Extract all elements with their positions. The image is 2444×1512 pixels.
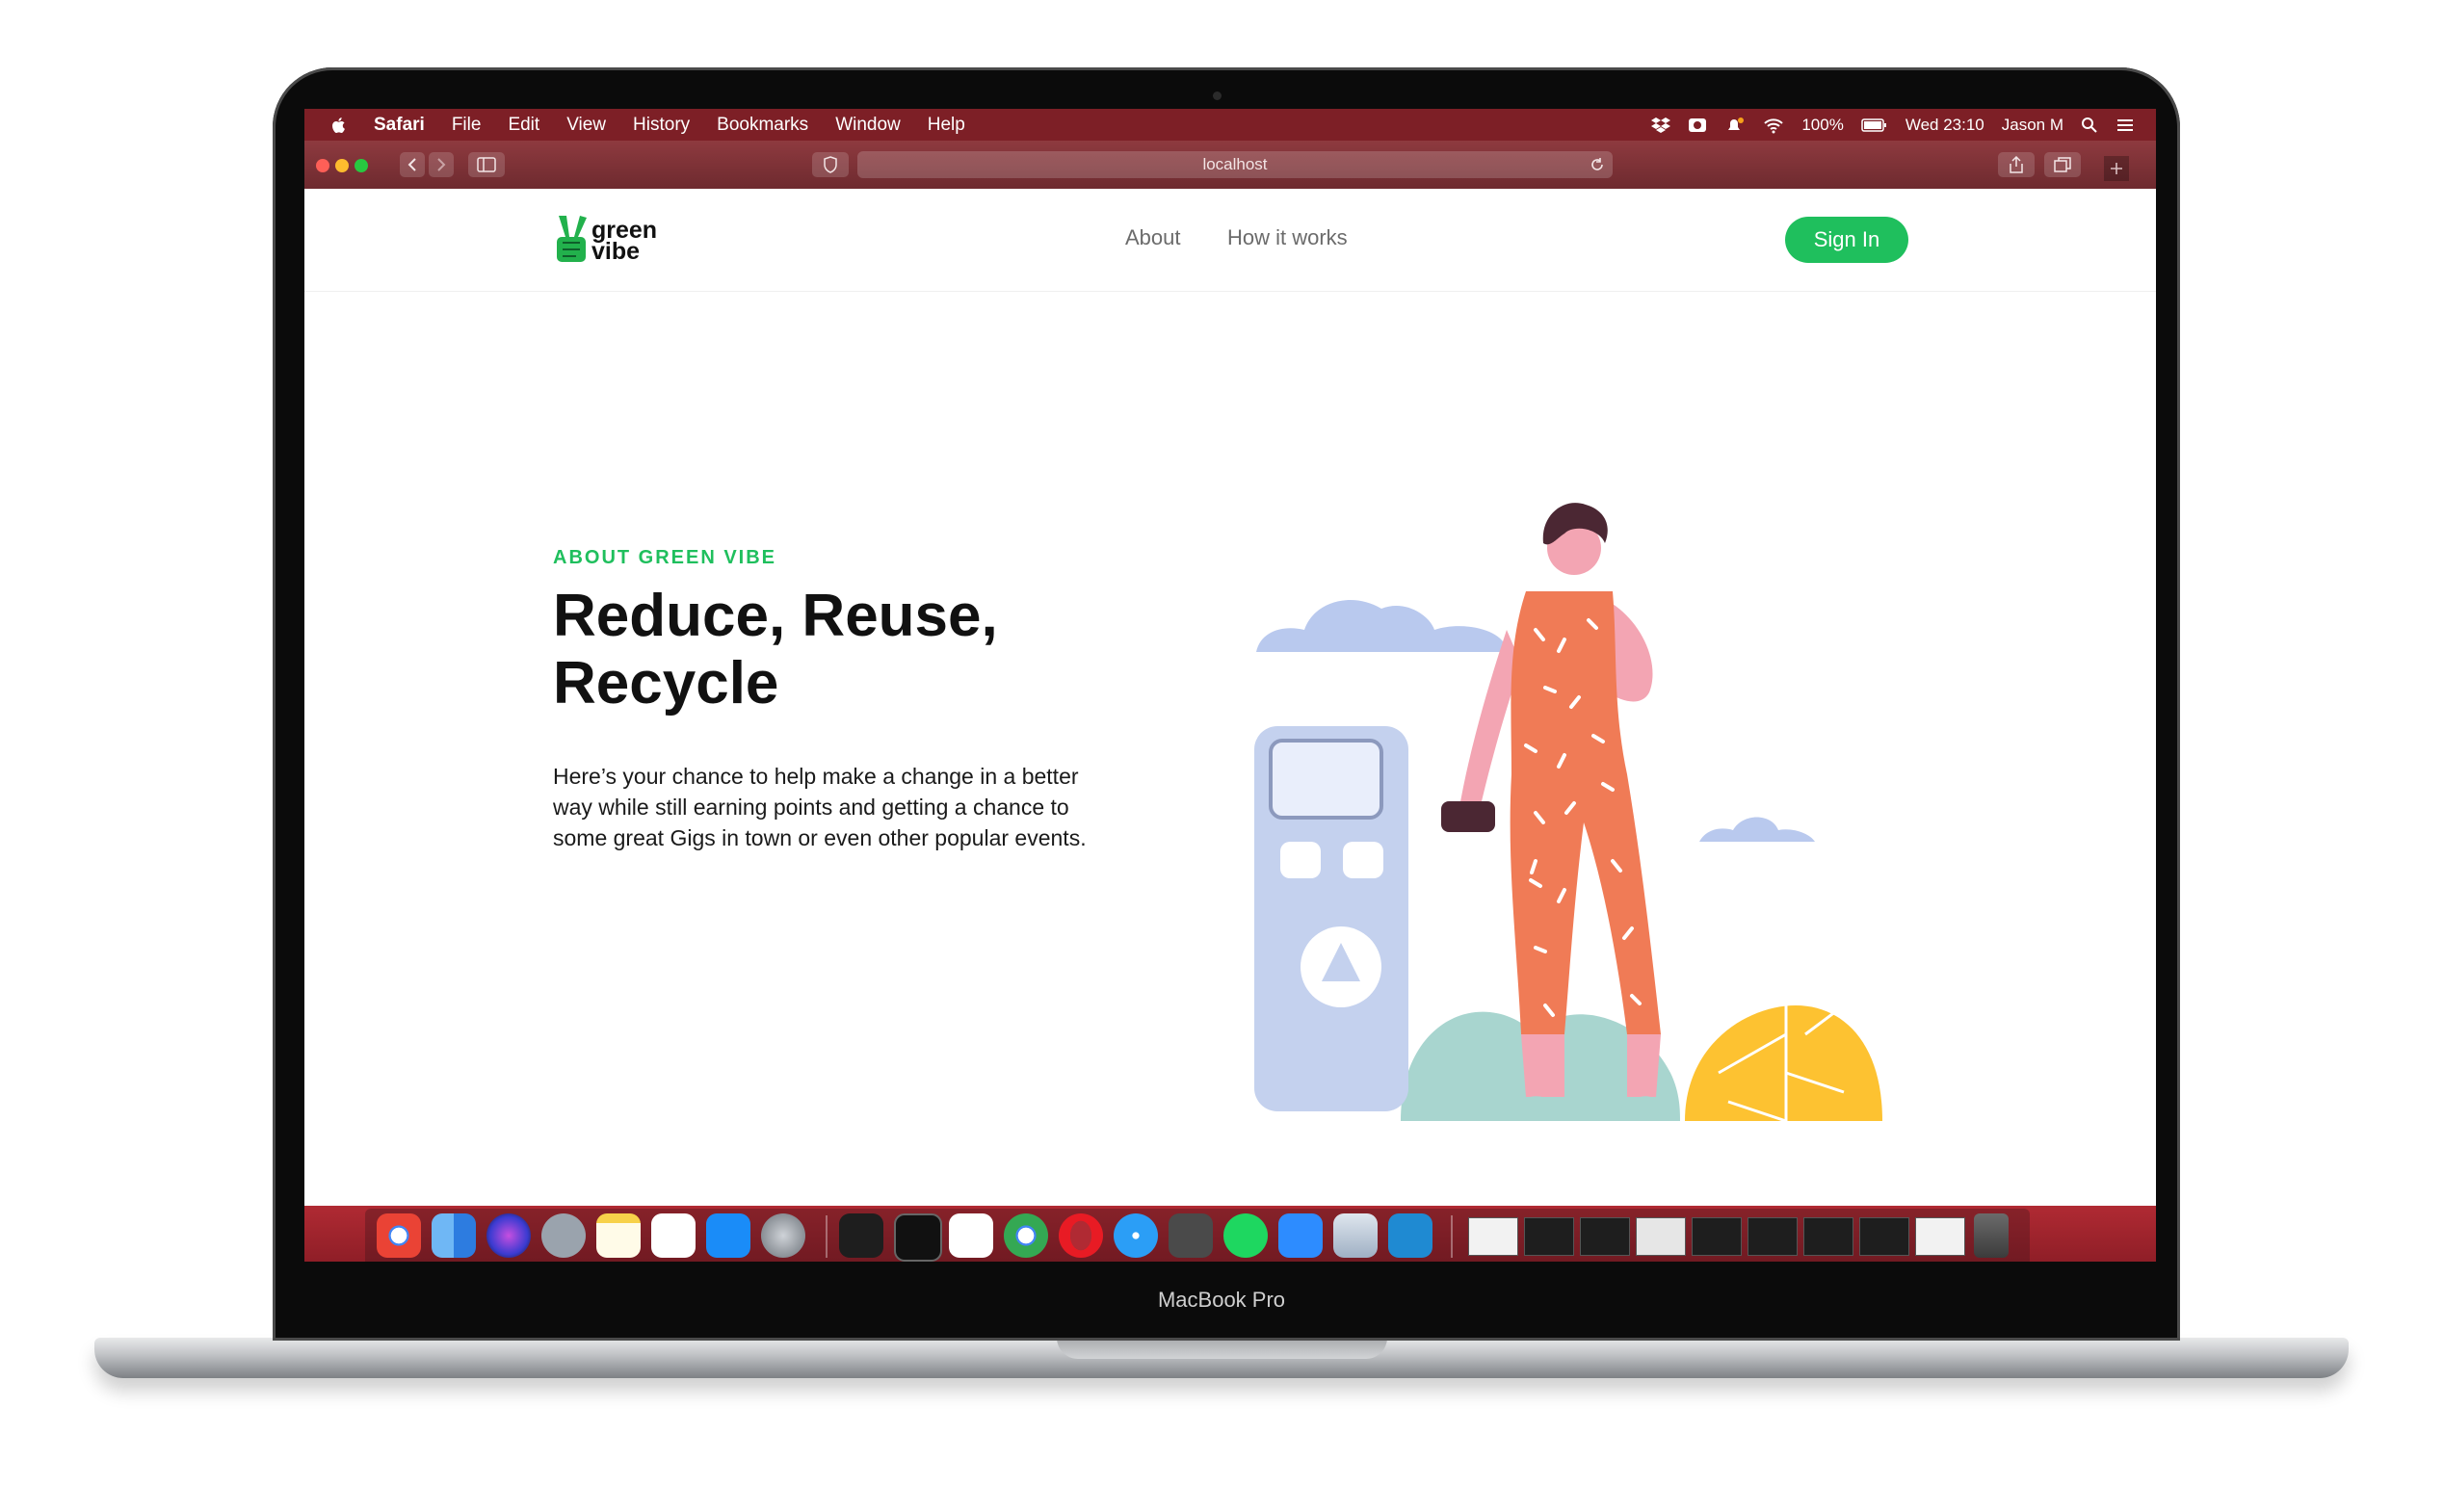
notes-icon[interactable] [596,1213,641,1258]
spotlight-icon[interactable] [2081,117,2098,134]
battery-icon[interactable] [1861,117,1888,133]
menu-bookmarks[interactable]: Bookmarks [717,115,808,136]
laptop-hinge-notch [1057,1338,1387,1359]
peace-hand-icon [557,216,587,262]
site-header: green vibe About How it works Sign In [304,189,2156,292]
shield-icon [824,156,837,173]
battery-percent: 100% [1801,115,1844,134]
minimized-window-thumbnail[interactable] [1748,1217,1798,1256]
chevron-right-icon [437,158,446,171]
headline-line-1: Reduce, Reuse, [553,583,998,649]
screen: Safari File Edit View History Bookmarks … [304,109,2156,1262]
headline-line-2: Recycle [553,650,779,717]
address-bar-url: localhost [1202,155,1268,173]
close-window-button[interactable] [316,159,329,172]
hero-headline: Reduce, Reuse, Recycle [553,583,1150,717]
browser-toolbar: localhost [304,141,2156,190]
opera-icon[interactable] [1059,1213,1103,1258]
reminders-icon[interactable] [651,1213,696,1258]
zoom-icon[interactable] [1278,1213,1323,1258]
siri-icon[interactable] [486,1213,531,1258]
trash-icon[interactable] [1974,1213,2009,1258]
spotify-icon[interactable] [1223,1213,1268,1258]
menu-help[interactable]: Help [928,115,965,136]
hero-description: Here’s your chance to help make a change… [553,764,1087,850]
safari-icon[interactable] [1114,1213,1158,1258]
logo-wordmark: green vibe [591,219,657,265]
wifi-icon[interactable] [1763,117,1784,134]
share-icon [2010,156,2023,173]
sublime-text-icon[interactable] [1169,1213,1213,1258]
new-tab-button[interactable] [2104,156,2129,181]
dock-separator [1451,1215,1453,1258]
app-store-icon[interactable] [706,1213,750,1258]
menu-history[interactable]: History [633,115,690,136]
cloud-large [1256,600,1507,652]
chevron-left-icon [407,158,416,171]
minimize-window-button[interactable] [335,159,349,172]
finder-icon[interactable] [432,1213,476,1258]
nav-how-it-works-link[interactable]: How it works [1227,225,1348,250]
menubar-clock[interactable]: Wed 23:10 [1905,116,1984,135]
preview-icon[interactable] [1333,1213,1378,1258]
sidebar-icon [477,157,496,172]
web-page: green vibe About How it works Sign In AB… [304,189,2156,1206]
privacy-report-button[interactable] [812,152,849,177]
menu-bar: Safari File Edit View History Bookmarks … [304,109,2156,141]
chrome-icon[interactable] [1004,1213,1048,1258]
minimized-window-thumbnail[interactable] [1524,1217,1574,1256]
cloud-small [1699,817,1815,842]
minimized-window-thumbnail[interactable] [1859,1217,1909,1256]
menu-app-name[interactable]: Safari [374,115,425,136]
dock [304,1206,2156,1262]
zoom-window-button[interactable] [355,159,368,172]
minimized-window-thumbnail[interactable] [1580,1217,1630,1256]
menu-file[interactable]: File [452,115,482,136]
chrome-icon[interactable] [377,1213,421,1258]
logo-text-vibe: vibe [591,238,641,265]
menubar-user[interactable]: Jason M [2002,116,2063,135]
notifications-icon[interactable] [1724,117,1746,134]
sign-in-button[interactable]: Sign In [1785,217,1908,263]
site-logo[interactable]: green vibe [553,214,678,268]
sidebar-toggle-button[interactable] [468,152,505,177]
forward-button[interactable] [429,152,454,177]
minimized-window-thumbnail[interactable] [1636,1217,1686,1256]
terminal-icon[interactable] [894,1213,942,1262]
nav-about-link[interactable]: About [1125,225,1181,250]
system-preferences-icon[interactable] [761,1213,805,1258]
dock-separator [826,1215,828,1258]
share-button[interactable] [1998,152,2035,177]
camera [1213,91,1222,100]
plus-icon [2111,163,2122,174]
vscode-icon[interactable] [1388,1213,1432,1258]
dropbox-icon[interactable] [1651,117,1671,134]
menu-window[interactable]: Window [835,115,901,136]
back-button[interactable] [400,152,425,177]
tab-overview-button[interactable] [2044,152,2081,177]
menu-edit[interactable]: Edit [508,115,539,136]
menubar-status-area: 100% Wed 23:10 Jason M [1651,109,2135,141]
phone-in-hand [1441,801,1495,832]
tabs-icon [2054,157,2071,172]
apple-icon[interactable] [329,116,349,135]
minimized-window-thumbnail[interactable] [1692,1217,1742,1256]
recycling-illustration [1254,503,1882,1121]
menu-view[interactable]: View [566,115,606,136]
reload-icon[interactable] [1590,157,1605,172]
bush-yellow [1685,1005,1882,1121]
device-label: MacBook Pro [1157,1288,1286,1312]
slack-icon[interactable] [949,1213,993,1258]
section-eyebrow: ABOUT GREEN VIBE [553,547,777,568]
minimized-window-thumbnail[interactable] [1803,1217,1853,1256]
control-center-icon[interactable] [2116,117,2135,133]
minimized-window-thumbnail[interactable] [1468,1217,1518,1256]
figma-icon[interactable] [839,1213,883,1258]
screen-record-icon[interactable] [1688,117,1707,134]
minimized-window-thumbnail[interactable] [1915,1217,1965,1256]
address-bar[interactable]: localhost [857,151,1613,178]
launchpad-icon[interactable] [541,1213,586,1258]
